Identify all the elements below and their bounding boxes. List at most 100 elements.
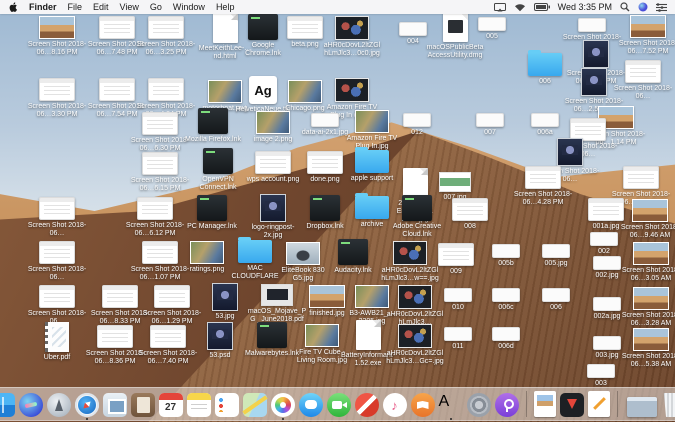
desktop-icon[interactable]: Screen Shot 2018-06…6.15 PM <box>129 152 191 193</box>
shot-window-thumbnail <box>148 16 184 39</box>
shot-small-thumbnail <box>444 327 472 341</box>
menu-item-file[interactable]: File <box>68 2 83 12</box>
desktop-icon[interactable]: 012 <box>386 113 448 137</box>
dock-app-store-icon[interactable]: A <box>439 393 463 420</box>
desktop-icon[interactable]: Screen Shot 2018-06… <box>26 285 88 326</box>
dock-itunes-icon[interactable]: ♪ <box>382 393 407 417</box>
desktop-icon[interactable]: aHR0cDovL2ltZGl hLmJlc3…0c0.jpg <box>321 16 383 58</box>
desktop-icon[interactable]: Audacity.lnk <box>322 239 384 275</box>
dock-reminders-icon[interactable] <box>214 393 239 417</box>
dock-image-file-icon[interactable] <box>533 391 556 417</box>
shot-small-thumbnail <box>478 17 506 31</box>
shot-window-thumbnail <box>307 151 343 174</box>
desktop-icon[interactable]: 006a <box>514 113 576 137</box>
dock-minimized-window-icon[interactable] <box>626 397 657 417</box>
menu-item-help[interactable]: Help <box>216 2 235 12</box>
desktop-icon[interactable]: Screen Shot 2018-06…4.28 PM <box>512 166 574 207</box>
shot-window-thumbnail <box>142 152 178 175</box>
desktop-icon[interactable]: 006d <box>475 327 537 351</box>
photo-color-thumbnail <box>355 110 389 133</box>
dock-books-icon[interactable] <box>410 393 435 417</box>
menu-item-finder[interactable]: Finder <box>29 2 57 12</box>
poster-thumbnail <box>583 40 609 68</box>
apple-menu-icon[interactable] <box>9 2 18 12</box>
battery-icon[interactable] <box>533 3 550 11</box>
desktop-icon[interactable]: Uber.pdf <box>26 322 88 362</box>
photo-desert-thumbnail <box>630 15 666 38</box>
desktop-icon[interactable]: Screen Shot 2018-06…8.16 PM <box>26 16 88 57</box>
desktop-icon-label: Uber.pdf <box>43 354 71 361</box>
spotlight-icon[interactable] <box>620 2 630 12</box>
desktop-icon[interactable]: 005 <box>461 17 523 41</box>
shot-window-thumbnail <box>102 285 138 308</box>
dock-contacts-icon[interactable] <box>130 393 155 417</box>
desktop-icon[interactable]: Screen Shot 2018-06…3.30 PM <box>26 78 88 119</box>
menu-item-edit[interactable]: Edit <box>93 2 109 12</box>
photo-desert-thumbnail <box>632 199 668 222</box>
poster-thumbnail <box>557 138 583 166</box>
font-ag-thumbnail: Ag <box>249 76 277 104</box>
dock-separator <box>616 391 618 417</box>
photo-desert-thumbnail <box>39 16 75 39</box>
dock-notes-icon[interactable] <box>186 393 211 417</box>
desktop-icon[interactable]: Screen Shot 2018-06…3.05 AM <box>620 242 675 283</box>
desktop-icon[interactable]: Screen Shot 2018-06…6.12 PM <box>124 197 186 238</box>
shot-small-thumbnail <box>399 22 427 36</box>
desktop-icon[interactable]: 008 <box>439 198 501 231</box>
notification-center-icon[interactable] <box>656 2 667 12</box>
dock-news-icon[interactable] <box>354 393 379 417</box>
airplay-display-icon[interactable] <box>493 2 506 12</box>
menu-item-view[interactable]: View <box>120 2 139 12</box>
shot-window-thumbnail <box>39 285 75 308</box>
desktop-icon-label: 012 <box>411 129 423 136</box>
desktop-icon-label: aHR0cDovL2ltZGl hLmJlc3…Gc=.jpg <box>386 350 444 365</box>
wifi-icon[interactable] <box>514 3 526 12</box>
siri-status-icon[interactable] <box>638 2 648 12</box>
desktop-icon[interactable]: Mozilla Firefox.lnk <box>182 108 244 144</box>
dock-system-preferences-icon[interactable] <box>466 393 491 417</box>
desktop-icon-label: Screen Shot 2018-06…3.25 PM <box>136 41 196 56</box>
desktop-icon-label: 010 <box>452 304 464 311</box>
desktop-icon[interactable]: Screen Shot 2018-06… <box>26 197 88 238</box>
notebook-thumbnail <box>45 322 69 352</box>
desktop-icon-label: Screen Shot 2018-06… <box>27 266 87 281</box>
desktop-icon[interactable]: Screen Shot 2018-06…5.38 AM <box>620 328 675 369</box>
dock-messages-icon[interactable] <box>298 393 323 417</box>
folder-thumbnail <box>355 193 389 219</box>
dock-finder-icon[interactable] <box>0 393 15 417</box>
desktop-icon-label: 53.psd <box>209 352 231 359</box>
shot-window-thumbnail <box>97 325 133 348</box>
desktop-icon[interactable]: 007 <box>459 113 521 137</box>
photo-green-thumbnail <box>439 172 471 192</box>
shot-small-thumbnail <box>587 364 615 378</box>
desktop-icon[interactable]: OpenVPN Connect.lnk <box>187 148 249 192</box>
desktop-icon[interactable]: 003 <box>570 364 632 388</box>
menu-item-window[interactable]: Window <box>173 2 205 12</box>
desktop-icon[interactable]: Screen Shot 2018-06…3.25 PM <box>135 16 197 57</box>
menu-clock[interactable]: Wed 3:35 PM <box>558 2 612 12</box>
dock-podcasts-icon[interactable] <box>494 393 519 417</box>
desktop-icon-label: 006d <box>498 343 514 350</box>
dock-document-file-icon[interactable] <box>587 391 610 417</box>
dock-photos-icon[interactable] <box>270 393 295 420</box>
menu-item-go[interactable]: Go <box>150 2 162 12</box>
shot-window-thumbnail <box>154 285 190 308</box>
dock-launchpad-icon[interactable] <box>46 393 71 417</box>
app-dark-thumbnail <box>198 108 228 134</box>
desktop-icon[interactable]: Screen Shot 2018-06… <box>26 241 88 282</box>
dock-safari-icon[interactable] <box>74 393 99 420</box>
photo-desert-thumbnail <box>633 242 669 265</box>
dock-maps-icon[interactable] <box>242 393 267 417</box>
dock-calendar-icon[interactable]: 27 <box>158 393 183 417</box>
desktop-icon[interactable]: PC Manager.lnk <box>181 195 243 231</box>
dock-facetime-icon[interactable] <box>326 393 351 417</box>
poster-thumbnail <box>581 68 607 96</box>
desktop-icon[interactable]: Screen Shot 2018-06…3.28 AM <box>620 287 675 328</box>
dock-trash-icon[interactable] <box>663 393 675 417</box>
dock-mail-icon[interactable] <box>102 393 127 417</box>
desktop-icon-label: Screen Shot 2018-06…6.15 PM <box>130 177 190 192</box>
desktop-icon-label: Screen Shot 2018-06…3.28 AM <box>621 312 675 327</box>
dock: 27 ♪ A <box>0 387 675 421</box>
dock-installer-file-icon[interactable] <box>559 393 584 417</box>
dock-siri-icon[interactable] <box>18 393 43 417</box>
